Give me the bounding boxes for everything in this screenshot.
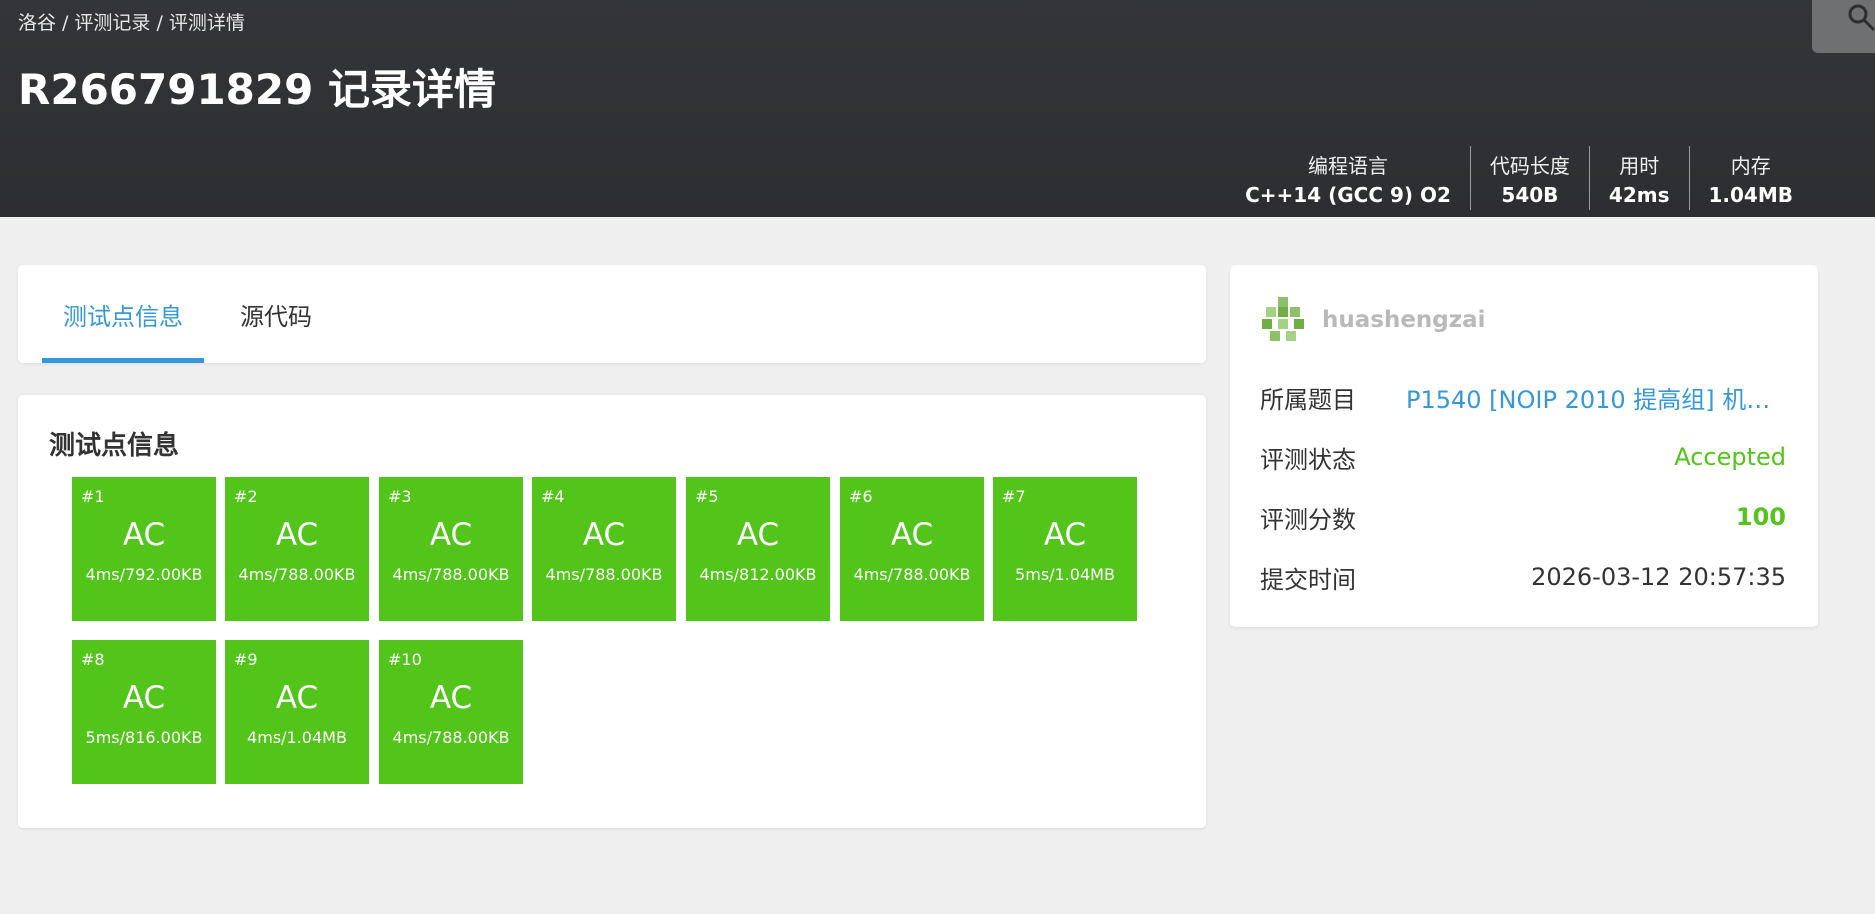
case-status: AC — [122, 680, 166, 716]
breadcrumb-sep: / — [156, 12, 163, 34]
test-case-3[interactable]: #3 AC 4ms/788.00KB — [379, 477, 523, 621]
breadcrumb-current: 评测详情 — [168, 12, 245, 34]
info-row-submit-time: 提交时间 2026-03-12 20:57:35 — [1260, 557, 1786, 597]
stat-time: 用时 42ms — [1588, 146, 1689, 210]
breadcrumb-home[interactable]: 洛谷 — [18, 12, 56, 34]
test-case-7[interactable]: #7 AC 5ms/1.04MB — [993, 477, 1137, 621]
score-value: 100 — [1735, 503, 1786, 531]
case-number: #8 — [81, 650, 105, 669]
status-value: Accepted — [1674, 443, 1786, 471]
submit-time-value: 2026-03-12 20:57:35 — [1531, 563, 1786, 591]
case-status: AC — [275, 517, 319, 553]
stat-value: 540B — [1501, 182, 1559, 207]
case-usage: 4ms/792.00KB — [85, 565, 203, 584]
record-info-card: huashengzai 所属题目 P1540 [NOIP 2010 提高组] 机… — [1230, 265, 1818, 627]
avatar-icon[interactable] — [1260, 295, 1310, 345]
case-usage: 4ms/788.00KB — [238, 565, 356, 584]
case-status: AC — [1043, 517, 1087, 553]
case-usage: 5ms/816.00KB — [85, 728, 203, 747]
case-status: AC — [736, 517, 780, 553]
stat-value: 1.04MB — [1708, 182, 1794, 207]
tab-test-cases[interactable]: 测试点信息 — [42, 265, 204, 363]
info-label: 评测分数 — [1260, 505, 1356, 534]
page-title: R266791829 记录详情 — [18, 65, 496, 114]
username[interactable]: huashengzai — [1322, 307, 1486, 333]
info-label: 评测状态 — [1260, 445, 1356, 474]
case-number: #4 — [541, 487, 565, 506]
search-icon — [1848, 4, 1875, 31]
page-header: 洛谷 / 评测记录 / 评测详情 R266791829 记录详情 编程语言 C++14 … — [0, 0, 1875, 217]
test-case-2[interactable]: #2 AC 4ms/788.00KB — [225, 477, 369, 621]
case-status: AC — [122, 517, 166, 553]
case-number: #3 — [388, 487, 412, 506]
test-case-9[interactable]: #9 AC 4ms/1.04MB — [225, 640, 369, 784]
test-case-5[interactable]: #5 AC 4ms/812.00KB — [686, 477, 830, 621]
case-number: #5 — [695, 487, 719, 506]
case-number: #6 — [849, 487, 873, 506]
record-stats: 编程语言 C++14 (GCC 9) O2 代码长度 540B 用时 42ms … — [1226, 146, 1875, 210]
stat-label: 内存 — [1730, 153, 1771, 178]
info-label: 所属题目 — [1260, 385, 1356, 414]
case-status: AC — [582, 517, 626, 553]
stat-memory: 内存 1.04MB — [1688, 146, 1813, 210]
case-usage: 4ms/1.04MB — [247, 728, 347, 747]
case-usage: 4ms/788.00KB — [853, 565, 971, 584]
case-usage: 4ms/788.00KB — [392, 728, 510, 747]
stat-label: 编程语言 — [1308, 153, 1389, 178]
info-row-problem: 所属题目 P1540 [NOIP 2010 提高组] 机器... — [1260, 377, 1786, 417]
test-case-6[interactable]: #6 AC 4ms/788.00KB — [840, 477, 984, 621]
tab-source-code[interactable]: 源代码 — [218, 265, 334, 363]
case-status: AC — [890, 517, 934, 553]
tabs-card: 测试点信息 源代码 — [18, 265, 1206, 363]
stat-label: 用时 — [1619, 153, 1660, 178]
info-row-status: 评测状态 Accepted — [1260, 437, 1786, 477]
breadcrumb: 洛谷 / 评测记录 / 评测详情 — [18, 8, 251, 35]
case-number: #2 — [234, 487, 258, 506]
search-button[interactable] — [1812, 0, 1875, 53]
test-cases-card: 测试点信息 #1 AC 4ms/792.00KB #2 AC 4ms/788.0… — [18, 395, 1206, 828]
stat-language: 编程语言 C++14 (GCC 9) O2 — [1226, 146, 1470, 210]
section-title: 测试点信息 — [49, 431, 180, 461]
case-number: #1 — [81, 487, 105, 506]
breadcrumb-sep: / — [62, 12, 69, 34]
case-status: AC — [429, 680, 473, 716]
stat-value: 42ms — [1608, 182, 1670, 207]
stat-value: C++14 (GCC 9) O2 — [1245, 182, 1451, 207]
test-case-1[interactable]: #1 AC 4ms/792.00KB — [72, 477, 216, 621]
case-status: AC — [429, 517, 473, 553]
info-label: 提交时间 — [1260, 565, 1356, 594]
case-usage: 4ms/788.00KB — [392, 565, 510, 584]
case-usage: 4ms/788.00KB — [545, 565, 663, 584]
user-row[interactable]: huashengzai — [1260, 295, 1486, 345]
test-case-4[interactable]: #4 AC 4ms/788.00KB — [532, 477, 676, 621]
case-number: #10 — [388, 650, 422, 669]
test-case-8[interactable]: #8 AC 5ms/816.00KB — [72, 640, 216, 784]
case-usage: 5ms/1.04MB — [1015, 565, 1115, 584]
case-status: AC — [275, 680, 319, 716]
case-number: #9 — [234, 650, 258, 669]
problem-link[interactable]: P1540 [NOIP 2010 提高组] 机器... — [1406, 380, 1786, 415]
stat-code-length: 代码长度 540B — [1469, 146, 1589, 210]
stat-label: 代码长度 — [1489, 153, 1570, 178]
case-number: #7 — [1002, 487, 1026, 506]
info-row-score: 评测分数 100 — [1260, 497, 1786, 537]
case-usage: 4ms/812.00KB — [699, 565, 817, 584]
breadcrumb-records[interactable]: 评测记录 — [74, 12, 150, 34]
test-case-10[interactable]: #10 AC 4ms/788.00KB — [379, 640, 523, 784]
